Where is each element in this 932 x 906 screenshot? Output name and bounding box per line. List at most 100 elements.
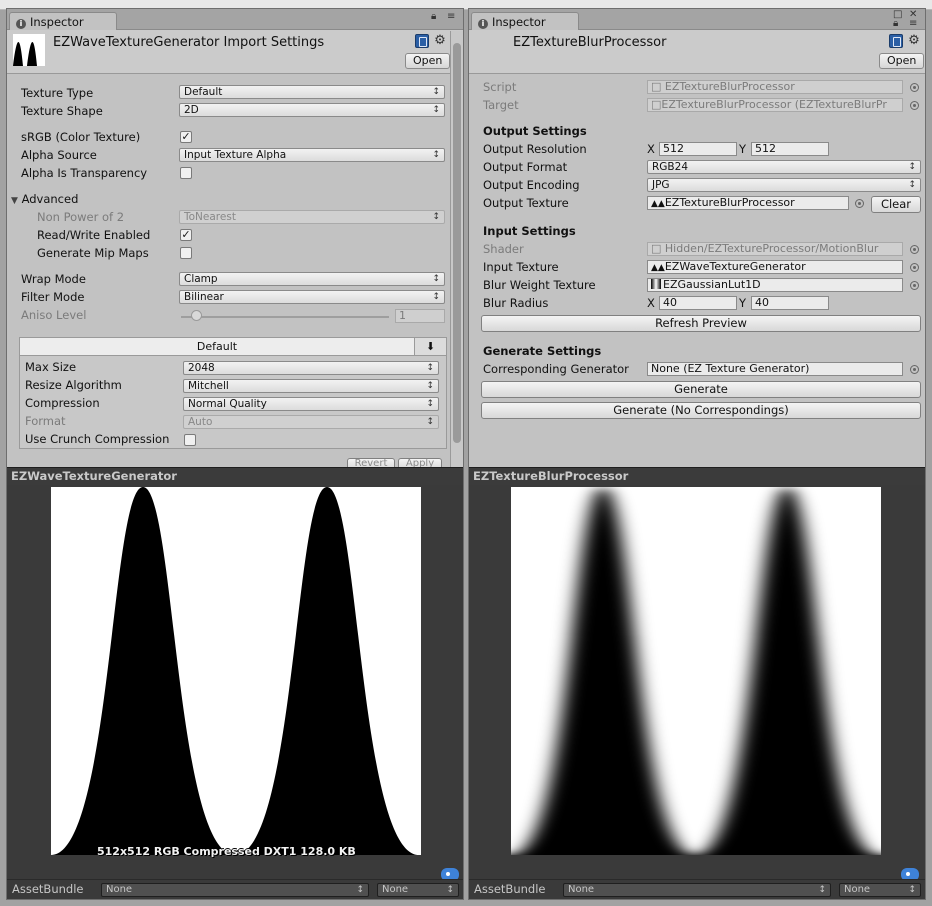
target-picker-icon	[910, 101, 919, 110]
blur-weight-value: EZGaussianLut1D	[663, 278, 761, 291]
max-size-dropdown[interactable]: 2048	[183, 361, 439, 375]
wrap-mode-dropdown[interactable]: Clamp	[179, 272, 445, 286]
blur-radius-y-label: Y	[739, 296, 747, 310]
target-label: Target	[483, 98, 519, 112]
texture-type-dropdown[interactable]: Default	[179, 85, 445, 99]
alpha-transparency-checkbox[interactable]	[180, 167, 192, 179]
gear-icon[interactable]: ⚙	[907, 34, 921, 48]
left-scrollbar[interactable]	[450, 31, 463, 467]
wave-thumb-icon: ▲▲	[651, 263, 665, 273]
left-tab-label: Inspector	[30, 15, 84, 29]
format-label: Format	[25, 414, 66, 428]
resize-algorithm-dropdown[interactable]: Mitchell	[183, 379, 439, 393]
platform-tab-label: Default	[196, 340, 238, 353]
assetbundle-label: AssetBundle	[12, 882, 84, 896]
shader-picker-icon	[910, 245, 919, 254]
input-texture-value: EZWaveTextureGenerator	[664, 260, 806, 273]
blur-weight-field[interactable]: EZGaussianLut1D	[647, 278, 903, 292]
blur-radius-x-field[interactable]: 40	[659, 296, 737, 310]
input-texture-picker-icon[interactable]	[910, 263, 919, 272]
output-res-x-label: X	[647, 142, 655, 156]
output-texture-picker-icon[interactable]	[855, 199, 864, 208]
output-texture-field[interactable]: ▲▲EZTextureBlurProcessor	[647, 196, 849, 210]
help-book-icon[interactable]	[415, 34, 429, 48]
advanced-label: Advanced	[21, 192, 79, 206]
generate-no-correspondings-button[interactable]: Generate (No Correspondings)	[481, 402, 921, 419]
read-write-checkbox[interactable]: ✓	[180, 229, 192, 241]
blur-radius-y-field[interactable]: 40	[751, 296, 829, 310]
wave-texture-preview	[51, 487, 421, 855]
aniso-slider-thumb	[191, 310, 202, 321]
right-inspector-tab[interactable]: i Inspector	[471, 12, 579, 30]
advanced-foldout[interactable]: ▼ Advanced	[11, 191, 78, 208]
foldout-arrow-icon: ▼	[11, 196, 18, 206]
generate-button[interactable]: Generate	[481, 381, 921, 398]
assetbundle-dropdown[interactable]: None	[101, 883, 369, 897]
srgb-checkbox[interactable]: ✓	[180, 131, 192, 143]
output-res-x-field[interactable]: 512	[659, 142, 737, 156]
right-open-button[interactable]: Open	[879, 53, 925, 69]
assetbundle-variant-dropdown[interactable]: None	[377, 883, 459, 897]
download-icon[interactable]: ⬇	[414, 338, 446, 356]
left-open-button[interactable]: Open	[405, 53, 451, 69]
clear-button[interactable]: Clear	[871, 196, 921, 213]
left-preview-header[interactable]: EZWaveTextureGenerator	[7, 467, 463, 485]
right-title: EZTextureBlurProcessor	[513, 35, 667, 50]
corresponding-generator-field[interactable]: None (EZ Texture Generator)	[647, 362, 903, 376]
alpha-source-dropdown[interactable]: Input Texture Alpha	[179, 148, 445, 162]
format-dropdown: Auto	[183, 415, 439, 429]
output-res-y-field[interactable]: 512	[751, 142, 829, 156]
aniso-level-label: Aniso Level	[21, 308, 87, 322]
output-encoding-dropdown[interactable]: JPG	[647, 178, 921, 192]
panel-menu-icon[interactable]: ≡	[909, 18, 917, 29]
panel-menu-icon[interactable]: ≡	[447, 11, 455, 22]
right-header: EZTextureBlurProcessor ⚙ Open	[469, 30, 925, 74]
assetbundle-label: AssetBundle	[474, 882, 546, 896]
lock-icon[interactable]: 🔒︎	[431, 11, 436, 22]
output-format-dropdown[interactable]: RGB24	[647, 160, 921, 174]
target-value: EZTextureBlurProcessor (EZTextureBlurPr	[661, 98, 887, 111]
alpha-transparency-label: Alpha Is Transparency	[21, 166, 148, 180]
compression-label: Compression	[25, 396, 100, 410]
max-size-label: Max Size	[25, 360, 77, 374]
left-inspector-panel: i Inspector 🔒︎ ≡ EZWaveTextureGenerator I…	[6, 8, 464, 900]
read-write-label: Read/Write Enabled	[37, 228, 151, 242]
crunch-label: Use Crunch Compression	[25, 432, 170, 446]
texture-thumbnail	[13, 34, 45, 66]
generate-settings-heading: Generate Settings	[483, 344, 602, 358]
gradient-thumb-icon	[651, 279, 661, 289]
platform-tab[interactable]: Default	[20, 338, 414, 356]
shader-value: Hidden/EZTextureProcessor/MotionBlur	[664, 242, 879, 255]
gear-icon[interactable]: ⚙	[433, 34, 447, 48]
texture-shape-dropdown[interactable]: 2D	[179, 103, 445, 117]
left-inspector-tab[interactable]: i Inspector	[9, 12, 117, 30]
resize-algorithm-label: Resize Algorithm	[25, 378, 122, 392]
non-power-of-2-label: Non Power of 2	[37, 210, 125, 224]
target-field: □EZTextureBlurProcessor (EZTextureBlurPr	[647, 98, 903, 112]
right-inspector-panel: i Inspector □ ✕ 🔒︎ ≡ EZTextureBlurProcess…	[468, 8, 926, 900]
refresh-preview-button[interactable]: Refresh Preview	[481, 315, 921, 332]
left-scrollbar-thumb[interactable]	[453, 43, 461, 443]
blur-radius-label: Blur Radius	[483, 296, 549, 310]
left-assetbundle-bar: AssetBundle None None	[7, 879, 463, 899]
preview-stats-text: 512x512 RGB Compressed DXT1 128.0 KB	[97, 845, 356, 858]
non-power-of-2-dropdown: ToNearest	[179, 210, 445, 224]
output-settings-heading: Output Settings	[483, 124, 587, 138]
corresponding-picker-icon[interactable]	[910, 365, 919, 374]
mip-maps-checkbox[interactable]	[180, 247, 192, 259]
input-texture-label: Input Texture	[483, 260, 559, 274]
right-preview-header[interactable]: EZTextureBlurProcessor	[469, 467, 925, 485]
script-picker-icon	[910, 83, 919, 92]
lock-icon[interactable]: 🔒︎	[893, 18, 898, 29]
assetbundle-dropdown[interactable]: None	[563, 883, 831, 897]
crunch-checkbox[interactable]	[184, 434, 196, 446]
input-texture-field[interactable]: ▲▲EZWaveTextureGenerator	[647, 260, 903, 274]
blur-weight-label: Blur Weight Texture	[483, 278, 596, 292]
compression-dropdown[interactable]: Normal Quality	[183, 397, 439, 411]
output-texture-value: EZTextureBlurProcessor	[664, 196, 795, 209]
filter-mode-dropdown[interactable]: Bilinear	[179, 290, 445, 304]
assetbundle-variant-dropdown[interactable]: None	[839, 883, 921, 897]
help-book-icon[interactable]	[889, 34, 903, 48]
left-tab-bar: i Inspector 🔒︎ ≡	[7, 9, 463, 30]
blur-weight-picker-icon[interactable]	[910, 281, 919, 290]
